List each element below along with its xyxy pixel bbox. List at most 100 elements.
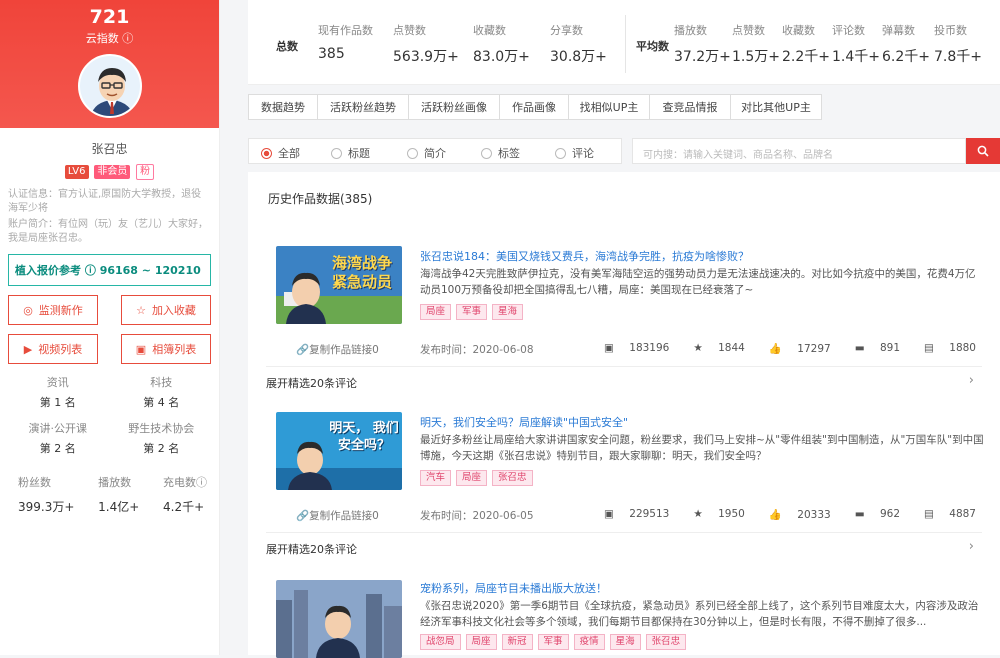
chevron-right-icon: › [968,539,974,554]
link-icon: 🔗 [296,510,310,522]
radio-all[interactable]: 全部 [261,145,300,161]
monitor-button[interactable]: ◎ 监测新作 [8,295,98,325]
tag-list: 局座 军事 星海 [420,304,528,320]
tag-list: 战忽局 局座 新冠 军事 疫情 星海 张召忠 [420,634,691,650]
tag-list: 汽车 局座 张召忠 [420,470,538,486]
averages-label: 平均数 [636,40,669,53]
tag[interactable]: 局座 [456,470,488,486]
quote-reference[interactable]: 植入报价参考 ⓘ 96168 ~ 120210 [8,254,211,286]
video-thumbnail[interactable]: 海湾战争 紧急动员 [276,246,402,324]
help-icon[interactable]: ⓘ [196,476,207,489]
category-ranks: 资讯第 1 名 科技第 4 名 演讲·公开课第 2 名 野生技术协会第 2 名 [28,376,195,455]
tag[interactable]: 局座 [420,304,452,320]
expand-comments[interactable]: 展开精选20条评论 › [266,532,982,557]
radio-tags[interactable]: 标签 [481,145,520,161]
coin-icon: ★ [693,508,703,520]
tab-fan-portrait[interactable]: 活跃粉丝画像 [408,94,500,120]
search-icon [977,145,989,157]
video-title-link[interactable]: 宠粉系列，局座节目未播出版大放送！ [420,580,607,596]
verify-info: 认证信息：官方认证,原国防大学教授，退役海军少将 [8,189,202,214]
tag[interactable]: 张召忠 [492,470,533,486]
index-header: 721 云指数 ⓘ [0,0,219,128]
like-icon: 👍 [768,343,782,355]
thumbnail-text: 海湾战争 紧急动员 [331,254,392,291]
comment-icon: ▬ [854,508,865,520]
publish-date: 发布时间：2020-06-05 [420,510,534,522]
tab-competitor[interactable]: 查竞品情报 [649,94,731,120]
divider [625,15,626,73]
analysis-tabs: 数据趋势 活跃粉丝趋势 活跃粉丝画像 作品画像 找相似UP主 查竞品情报 对比其… [248,94,822,120]
tab-similar-up[interactable]: 找相似UP主 [568,94,650,120]
panel-title: 历史作品数据(385) [268,192,373,206]
video-counts: ▣ 229513 ★ 1950 👍 20333 ▬ 962 ▤ 4887 [604,508,976,521]
avatar[interactable] [78,54,142,118]
play-icon: ▣ [604,342,614,354]
profile-sidebar: 721 云指数 ⓘ 张召忠 LV6 非会员 粉 认证信息：官方认证,原国防大学教… [0,0,220,655]
publish-date: 发布时间：2020-06-08 [420,344,534,356]
tab-data-trend[interactable]: 数据趋势 [248,94,318,120]
radio-title[interactable]: 标题 [331,145,370,161]
play-icon: ▶ [23,342,33,356]
summary-stats: 总数 现有作品数 385 点赞数 563.9万+ 收藏数 83.0万+ 分享数 30.8… [248,0,1000,85]
search-button[interactable] [966,138,1000,164]
search-input[interactable]: 可内搜：请输入关键词、商品名称、品牌名 [632,138,966,164]
video-list-button[interactable]: ▶ 视频列表 [8,334,98,364]
profile-badges: LV6 非会员 粉 [0,163,219,180]
target-icon: ◎ [23,303,33,317]
danmaku-icon: ▤ [924,508,934,520]
like-icon: 👍 [768,509,782,521]
tab-work-portrait[interactable]: 作品画像 [499,94,569,120]
video-desc: 《张召忠说2020》第一季6期节目《全球抗疫，紧急动员》系列已经全部上线了，这个… [420,600,979,628]
collect-button[interactable]: ☆ 加入收藏 [121,295,211,325]
video-desc: 海湾战争42天完胜致萨伊拉克，没有美军海陆空运的强势动员力是无法速战速决的。对比… [420,268,976,296]
bio-info: 账户简介：有位网（玩）友（艺儿）大家好，我是局座张召忠。 [8,219,208,244]
tag[interactable]: 张召忠 [645,634,687,650]
profile-name: 张召忠 [91,142,128,156]
profile-stats: 粉丝数 399.3万+ 播放数 1.4亿+ 充电数ⓘ 4.2千+ [18,476,207,514]
tag[interactable]: 军事 [537,634,569,650]
copy-link-button[interactable]: 🔗复制作品链接0 [296,342,379,357]
thumbnail-text: 明天， 我们安全吗？ [329,421,399,453]
search-filter-bar: 全部 标题 简介 标签 评论 可内搜：请输入关键词、商品名称、品牌名 [248,138,1000,164]
cloud-index-label: 云指数 [85,32,119,45]
radio-intro[interactable]: 简介 [407,145,446,161]
tag[interactable]: 局座 [465,634,497,650]
video-thumbnail[interactable] [276,580,402,658]
totals-label: 总数 [276,40,298,53]
video-title-link[interactable]: 张召忠说184：美国又烧钱又费兵，海湾战争完胜，抗疫为啥惨败？ [420,248,749,264]
play-icon: ▣ [604,508,614,520]
expand-comments[interactable]: 展开精选20条评论 › [266,366,982,391]
scope-radio-group: 全部 标题 简介 标签 评论 [248,138,622,164]
member-badge: 非会员 [94,165,131,179]
chevron-right-icon: › [968,373,974,388]
comment-icon: ▬ [854,342,865,354]
video-counts: ▣ 183196 ★ 1844 👍 17297 ▬ 891 ▤ 1880 [604,342,976,355]
tag[interactable]: 汽车 [420,470,452,486]
image-icon: ▣ [135,342,147,356]
fan-badge: 粉 [136,164,155,180]
album-list-button[interactable]: ▣ 相簿列表 [121,334,211,364]
radio-comments[interactable]: 评论 [555,145,594,161]
tag[interactable]: 疫情 [573,634,605,650]
quote-value: 96168 ~ 120210 [99,264,201,277]
link-icon: 🔗 [296,344,310,356]
video-title-link[interactable]: 明天，我们安全吗？局座解读"中国式安全" [420,414,628,430]
coin-icon: ★ [693,342,703,354]
video-desc: 最近好多粉丝让局座给大家讲讲国家安全问题，粉丝要求，我们马上安排~从"零件组装"… [420,434,984,462]
tag[interactable]: 星海 [492,304,524,320]
copy-link-button[interactable]: 🔗复制作品链接0 [296,508,379,523]
tag[interactable]: 星海 [609,634,641,650]
video-thumbnail[interactable]: 明天， 我们安全吗？ [276,412,402,490]
tag[interactable]: 军事 [456,304,488,320]
tab-compare-up[interactable]: 对比其他UP主 [730,94,822,120]
help-icon[interactable]: ⓘ [85,264,96,277]
tag[interactable]: 战忽局 [420,634,461,650]
tag[interactable]: 新冠 [501,634,533,650]
star-icon: ☆ [136,303,146,317]
quote-label: 植入报价参考 [15,264,81,277]
danmaku-icon: ▤ [924,342,934,354]
help-icon[interactable]: ⓘ [119,32,133,45]
level-badge: LV6 [64,165,89,179]
cloud-index-value: 721 [89,6,130,28]
tab-fan-trend[interactable]: 活跃粉丝趋势 [317,94,409,120]
